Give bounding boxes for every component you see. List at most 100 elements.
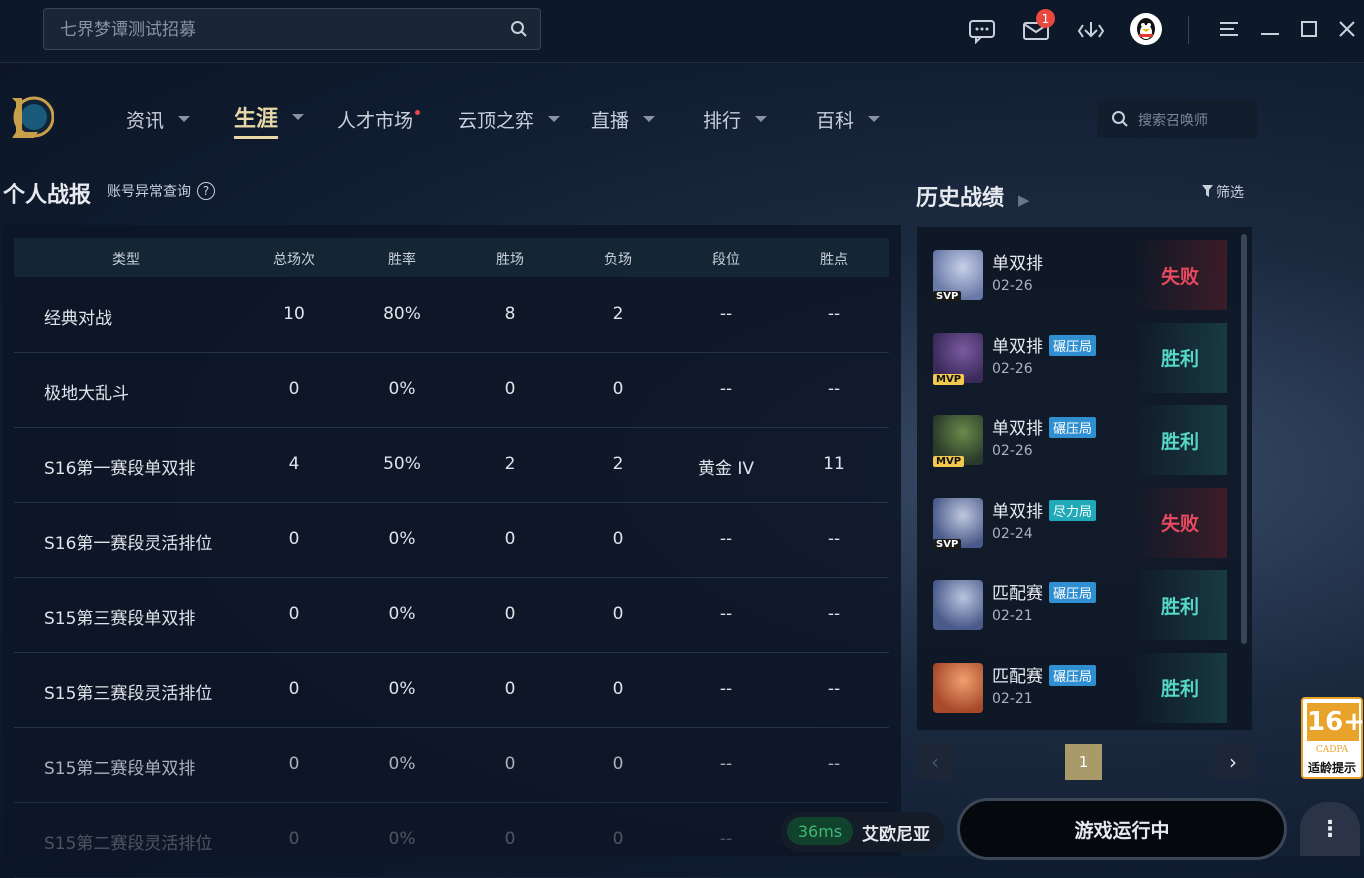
row-losses: 0 [612, 529, 624, 549]
row-type: S16第一赛段灵活排位 [44, 534, 213, 554]
menu-icon[interactable] [1218, 20, 1240, 38]
filter-button[interactable]: 筛选 [1202, 182, 1244, 202]
nav-career-label: 生涯 [234, 107, 279, 132]
match-result: 失败 [1133, 487, 1227, 558]
match-mode: 匹配赛 [992, 666, 1043, 687]
table-row: S15第二赛段单双排 0 0% 0 0 -- -- [14, 727, 889, 803]
row-losses: 2 [612, 304, 624, 324]
chevron-down-icon [548, 116, 561, 122]
new-dot-icon [415, 109, 421, 115]
close-icon[interactable] [1338, 20, 1356, 38]
game-running-button[interactable]: 游戏运行中 [957, 798, 1287, 860]
search-input[interactable] [58, 18, 492, 42]
search-icon[interactable] [510, 20, 528, 38]
row-tier: -- [719, 604, 733, 624]
summoner-search-placeholder[interactable]: 搜索召唤师 [1138, 110, 1208, 130]
nav-ranking-label: 排行 [703, 109, 742, 132]
match-item[interactable]: SVP 单双排 02-26 失败 [925, 240, 1227, 310]
champion-icon: MVP [933, 415, 983, 467]
champion-icon [933, 662, 983, 713]
header-tier: 段位 [712, 252, 740, 268]
nav-news[interactable]: 资讯 [126, 104, 191, 134]
row-losses: 0 [612, 604, 624, 624]
nav-tft[interactable]: 云顶之弈 [458, 104, 561, 134]
match-result: 胜利 [1133, 570, 1227, 640]
row-lp: -- [827, 529, 841, 549]
nav-ranking[interactable]: 排行 [703, 104, 768, 134]
row-type: S15第二赛段单双排 [44, 759, 196, 779]
row-total: 0 [288, 754, 300, 774]
penguin-icon [1137, 18, 1155, 40]
row-tier: -- [719, 829, 733, 849]
match-result: 胜利 [1133, 322, 1227, 393]
nav-wiki[interactable]: 百科 [816, 104, 881, 134]
row-wins: 2 [504, 454, 516, 474]
download-icon[interactable] [1076, 19, 1106, 43]
row-wins: 8 [504, 304, 516, 324]
header-losses: 负场 [604, 252, 632, 268]
row-losses: 2 [612, 454, 624, 474]
history-title[interactable]: 历史战绩 ▶ [916, 180, 1030, 212]
page-number[interactable]: 1 [1065, 744, 1102, 780]
svp-badge: SVP [933, 538, 962, 550]
champion-icon [933, 580, 983, 630]
help-icon[interactable]: ? [197, 182, 215, 200]
row-wins: 0 [504, 529, 516, 549]
match-mode: 单双排 [992, 254, 1043, 274]
match-item[interactable]: MVP 单双排 碾压局 02-26 胜利 [925, 405, 1227, 475]
next-page-button[interactable]: › [1214, 744, 1252, 780]
row-total: 0 [288, 529, 300, 549]
champion-icon: SVP [933, 497, 983, 550]
qq-avatar[interactable] [1130, 13, 1162, 45]
match-mode: 单双排 [992, 336, 1043, 357]
table-row: 极地大乱斗 0 0% 0 0 -- -- [14, 352, 889, 428]
match-item[interactable]: 匹配赛 碾压局 02-21 胜利 [925, 652, 1227, 723]
maximize-icon[interactable] [1300, 20, 1318, 38]
table-row: S15第三赛段单双排 0 0% 0 0 -- -- [14, 577, 889, 653]
match-date: 02-26 [992, 360, 1033, 377]
row-lp: 11 [823, 454, 845, 474]
row-wins: 0 [504, 604, 516, 624]
account-anomaly-link[interactable]: 账号异常查询? [107, 181, 215, 201]
table-row: S15第二赛段灵活排位00%00---- [14, 802, 889, 878]
match-mode: 匹配赛 [992, 584, 1043, 604]
match-item[interactable]: MVP 单双排 碾压局 02-26 胜利 [925, 322, 1227, 393]
scrollbar[interactable] [1241, 234, 1247, 644]
header-wins: 胜场 [496, 252, 524, 268]
chevron-left-icon: ‹ [931, 750, 939, 774]
match-item[interactable]: SVP 单双排 尽力局 02-24 失败 [925, 487, 1227, 558]
champion-icon: MVP [933, 332, 983, 385]
age-org: CADPA [1315, 745, 1349, 755]
minimize-icon[interactable] [1259, 22, 1281, 38]
prev-page-button[interactable]: ‹ [917, 744, 953, 780]
search-box[interactable] [43, 8, 541, 50]
chat-icon[interactable] [968, 18, 996, 44]
divider [1188, 16, 1189, 44]
age-number: 16+ [1307, 703, 1364, 741]
row-losses: 0 [612, 829, 624, 849]
row-lp: -- [827, 379, 841, 399]
chevron-down-icon [755, 116, 768, 122]
match-result: 胜利 [1133, 405, 1227, 475]
row-winrate: 0% [388, 604, 416, 624]
row-wins: 0 [504, 379, 516, 399]
row-type: S15第三赛段灵活排位 [44, 684, 213, 704]
age-rating-badge[interactable]: 16+ CADPA 适龄提示 [1301, 697, 1364, 779]
match-item[interactable]: 匹配赛 碾压局 02-21 胜利 [925, 570, 1227, 640]
anomaly-label: 账号异常查询 [107, 184, 191, 200]
search-icon [1112, 111, 1128, 127]
summoner-search[interactable]: 搜索召唤师 [1097, 100, 1257, 138]
header-type: 类型 [112, 252, 140, 268]
nav-talent-market[interactable]: 人才市场 [337, 104, 421, 134]
nav-career[interactable]: 生涯 [234, 102, 305, 132]
more-icon[interactable]: ⋮ [1300, 802, 1360, 856]
row-type: 经典对战 [44, 309, 112, 329]
svp-badge: SVP [933, 291, 962, 302]
chevron-down-icon [178, 116, 191, 122]
row-total: 0 [288, 829, 300, 849]
nav-live[interactable]: 直播 [591, 104, 656, 134]
lol-logo-icon[interactable] [8, 92, 54, 142]
match-date: 02-21 [992, 690, 1033, 707]
row-wins: 0 [504, 679, 516, 699]
row-wins: 0 [504, 829, 516, 849]
